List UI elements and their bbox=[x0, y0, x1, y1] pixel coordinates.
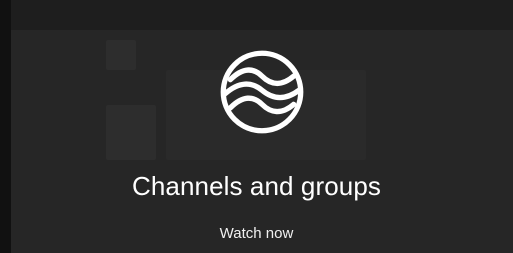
tile-header-strip bbox=[11, 0, 513, 30]
background-ghost-element bbox=[106, 105, 156, 160]
wave-circle-icon bbox=[220, 50, 304, 134]
promo-tile[interactable]: Channels and groups Watch now bbox=[0, 0, 513, 253]
background-ghost-element bbox=[106, 40, 136, 70]
window-edge bbox=[0, 0, 11, 253]
watch-now-link[interactable]: Watch now bbox=[0, 225, 513, 242]
promo-title: Channels and groups bbox=[131, 171, 382, 201]
